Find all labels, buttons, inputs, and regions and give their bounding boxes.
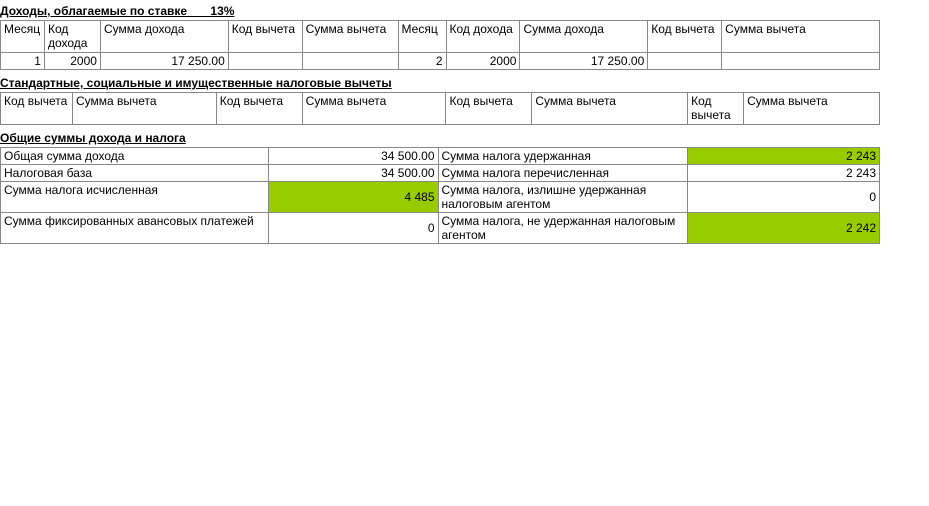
hdr-deduct-sum-1: Сумма вычета xyxy=(302,21,398,53)
ded-hdr-sum-2: Сумма вычета xyxy=(302,93,446,125)
section3-rate: 13% xyxy=(210,4,234,18)
t3-rval: 2 242 xyxy=(688,213,880,244)
cell-month-2: 2 xyxy=(398,53,446,70)
t2-lval: 4 485 xyxy=(268,182,438,213)
cell-deduct-sum-2 xyxy=(722,53,880,70)
cell-deduct-sum-1 xyxy=(302,53,398,70)
hdr-month-1: Месяц xyxy=(1,21,45,53)
ded-hdr-sum-1: Сумма вычета xyxy=(72,93,216,125)
t0-rval: 2 243 xyxy=(688,148,880,165)
cell-income-sum-2: 17 250.00 xyxy=(520,53,648,70)
t0-llabel: Общая сумма дохода xyxy=(1,148,269,165)
t0-lval: 34 500.00 xyxy=(268,148,438,165)
section3-title: Доходы, облагаемые по ставке 13% xyxy=(0,0,929,20)
totals-table: Общая сумма дохода 34 500.00 Сумма налог… xyxy=(0,147,880,244)
t0-rlabel: Сумма налога удержанная xyxy=(438,148,688,165)
section5-title: Общие суммы дохода и налога xyxy=(0,127,929,147)
t2-rlabel: Сумма налога, излишне удержанная налогов… xyxy=(438,182,688,213)
income-header-row: Месяц Код дохода Сумма дохода Код вычета… xyxy=(1,21,880,53)
deductions-table: Код вычета Сумма вычета Код вычета Сумма… xyxy=(0,92,880,125)
ded-hdr-code-2: Код вычета xyxy=(216,93,302,125)
totals-row-1: Налоговая база 34 500.00 Сумма налога пе… xyxy=(1,165,880,182)
t3-llabel: Сумма фиксированных авансовых платежей xyxy=(1,213,269,244)
hdr-deduct-code-1: Код вычета xyxy=(228,21,302,53)
section3-title-text: Доходы, облагаемые по ставке xyxy=(0,4,187,18)
hdr-income-sum-2: Сумма дохода xyxy=(520,21,648,53)
ded-hdr-code-1: Код вычета xyxy=(1,93,73,125)
cell-income-sum-1: 17 250.00 xyxy=(100,53,228,70)
cell-deduct-code-1 xyxy=(228,53,302,70)
hdr-month-2: Месяц xyxy=(398,21,446,53)
ded-hdr-code-4: Код вычета xyxy=(688,93,744,125)
hdr-income-code-1: Код дохода xyxy=(44,21,100,53)
hdr-income-code-2: Код дохода xyxy=(446,21,520,53)
t1-rval: 2 243 xyxy=(688,165,880,182)
income-data-row: 1 2000 17 250.00 2 2000 17 250.00 xyxy=(1,53,880,70)
cell-income-code-1: 2000 xyxy=(44,53,100,70)
ded-hdr-code-3: Код вычета xyxy=(446,93,532,125)
cell-month-1: 1 xyxy=(1,53,45,70)
t2-rval: 0 xyxy=(688,182,880,213)
hdr-deduct-code-2: Код вычета xyxy=(648,21,722,53)
hdr-deduct-sum-2: Сумма вычета xyxy=(722,21,880,53)
ded-hdr-sum-3: Сумма вычета xyxy=(532,93,688,125)
t3-rlabel: Сумма налога, не удержанная налоговым аг… xyxy=(438,213,688,244)
cell-deduct-code-2 xyxy=(648,53,722,70)
cell-income-code-2: 2000 xyxy=(446,53,520,70)
totals-row-0: Общая сумма дохода 34 500.00 Сумма налог… xyxy=(1,148,880,165)
t3-lval: 0 xyxy=(268,213,438,244)
deductions-header-row: Код вычета Сумма вычета Код вычета Сумма… xyxy=(1,93,880,125)
income-table: Месяц Код дохода Сумма дохода Код вычета… xyxy=(0,20,880,70)
t1-llabel: Налоговая база xyxy=(1,165,269,182)
totals-row-3: Сумма фиксированных авансовых платежей 0… xyxy=(1,213,880,244)
totals-row-2: Сумма налога исчисленная 4 485 Сумма нал… xyxy=(1,182,880,213)
t1-rlabel: Сумма налога перечисленная xyxy=(438,165,688,182)
ded-hdr-sum-4: Сумма вычета xyxy=(744,93,880,125)
hdr-income-sum-1: Сумма дохода xyxy=(100,21,228,53)
section4-title: Стандартные, социальные и имущественные … xyxy=(0,72,929,92)
t2-llabel: Сумма налога исчисленная xyxy=(1,182,269,213)
t1-lval: 34 500.00 xyxy=(268,165,438,182)
